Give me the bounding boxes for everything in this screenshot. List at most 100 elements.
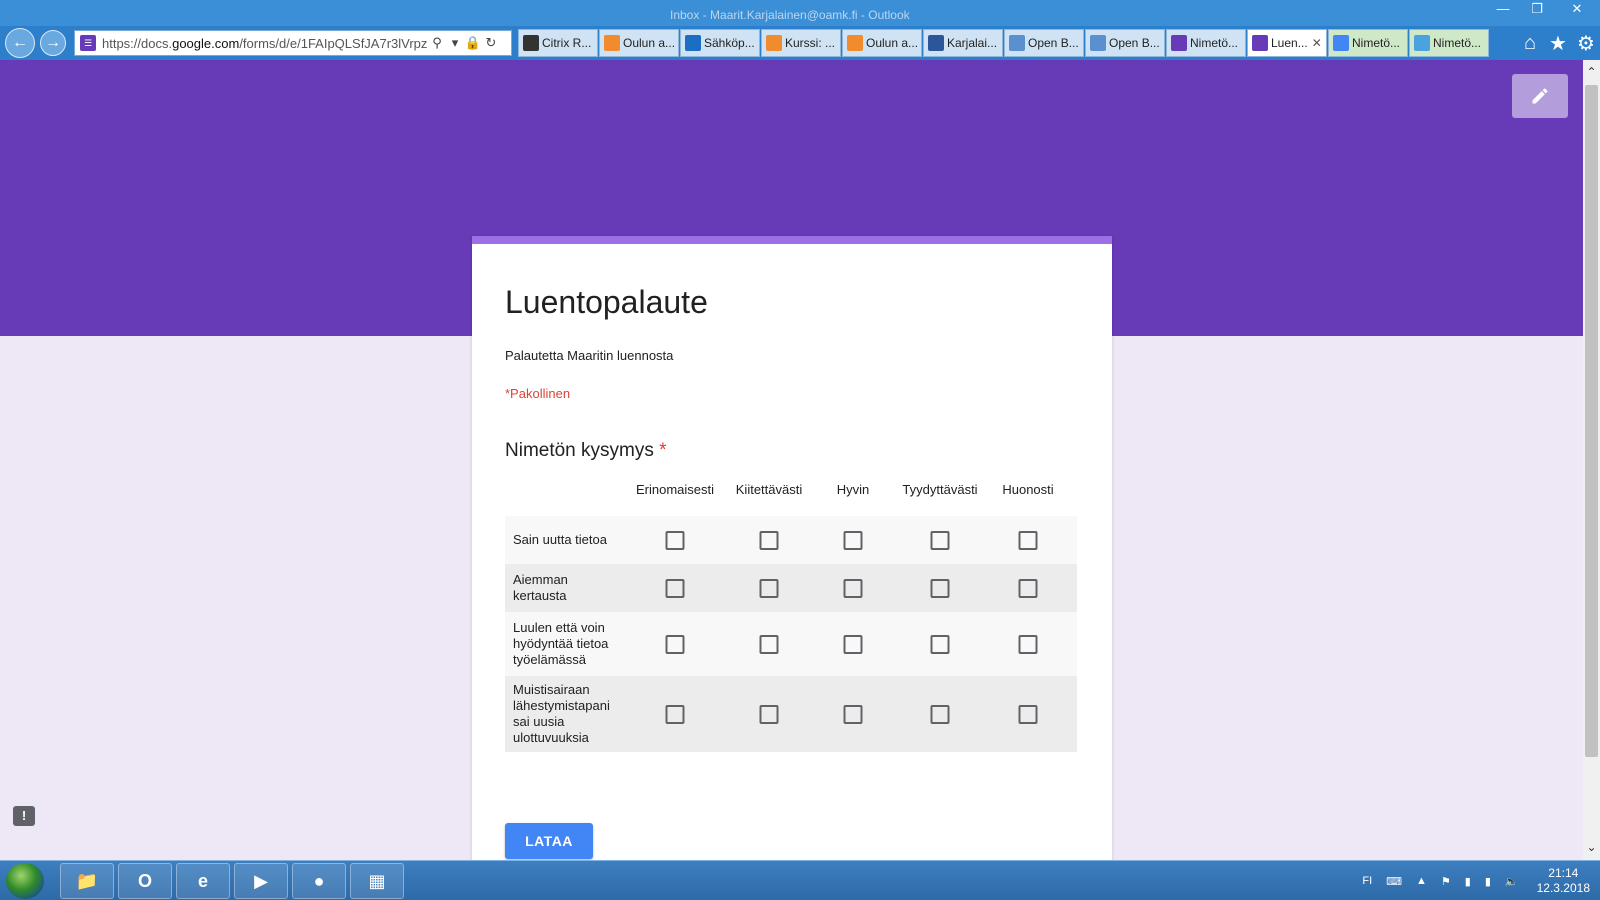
column-header: Huonosti — [1002, 482, 1054, 497]
tab-11[interactable]: Nimetö... — [1409, 29, 1489, 57]
media-player-icon[interactable]: ▶ — [234, 863, 288, 899]
required-note: *Pakollinen — [505, 386, 571, 401]
scroll-thumb[interactable] — [1585, 85, 1598, 757]
tab-label: Oulun a... — [623, 36, 676, 50]
system-tray: FI ⌨ ▲ ⚑ ▮ ▮ 🔈 21:14 12.3.2018 — [1348, 865, 1590, 897]
checkbox-icon[interactable] — [759, 634, 779, 654]
checkbox-icon[interactable] — [665, 704, 685, 724]
clock-date: 12.3.2018 — [1536, 881, 1590, 895]
close-icon[interactable]: ✕ — [1554, 0, 1600, 20]
page-scrollbar[interactable]: ⌃ ⌄ — [1583, 60, 1600, 860]
tab-label: Oulun a... — [866, 36, 919, 50]
tab-10[interactable]: Nimetö... — [1328, 29, 1408, 57]
restore-icon[interactable]: ❐ — [1520, 0, 1554, 20]
tab-7[interactable]: Open B... — [1085, 29, 1165, 57]
tab-favicon-icon — [523, 35, 539, 51]
edit-form-button[interactable] — [1512, 74, 1568, 118]
checkbox-icon[interactable] — [759, 578, 779, 598]
tab-favicon-icon — [847, 35, 863, 51]
lock-icon[interactable]: 🔒 — [464, 35, 482, 51]
dropdown-icon[interactable]: ▾ — [446, 35, 464, 51]
row-label: Luulen että voin hyödyntää tietoa työelä… — [513, 620, 609, 667]
signal-icon[interactable]: ▮ — [1465, 875, 1471, 888]
volume-icon[interactable]: 🔈 — [1505, 875, 1519, 888]
outlook-icon[interactable]: O — [118, 863, 172, 899]
checkbox-icon[interactable] — [843, 578, 863, 598]
tab-9[interactable]: Luen... ✕ — [1247, 29, 1327, 57]
checkbox-icon[interactable] — [1018, 578, 1038, 598]
start-button[interactable] — [6, 863, 44, 899]
tab-2[interactable]: Sähköp... — [680, 29, 760, 57]
feedback-icon[interactable]: ! — [13, 806, 35, 826]
checkbox-icon[interactable] — [759, 704, 779, 724]
refresh-icon[interactable]: ↻ — [482, 35, 500, 51]
checkbox-icon[interactable] — [1018, 704, 1038, 724]
url-text[interactable]: https://docs.google.com/forms/d/e/1FAIpQ… — [102, 36, 428, 51]
back-arrow-icon[interactable]: ← — [5, 28, 35, 58]
tab-0[interactable]: Citrix R... — [518, 29, 598, 57]
fortinet-icon[interactable]: ▦ — [350, 863, 404, 899]
url-prefix: https://docs. — [102, 35, 173, 51]
tab-label: Open B... — [1028, 36, 1079, 50]
checkbox-icon[interactable] — [930, 578, 950, 598]
row-label: Muistisairaan lähestymistapani sai uusia… — [513, 682, 610, 745]
tab-label: Nimetö... — [1433, 36, 1482, 50]
pencil-icon — [1532, 88, 1548, 104]
checkbox-icon[interactable] — [665, 578, 685, 598]
checkbox-grid: Erinomaisesti Kiitettävästi Hyvin Tyydyttäv… — [505, 470, 1077, 752]
checkbox-icon[interactable] — [843, 530, 863, 550]
forward-arrow-icon[interactable]: → — [40, 30, 66, 56]
checkbox-icon[interactable] — [930, 634, 950, 654]
home-icon[interactable]: ⌂ — [1516, 32, 1544, 55]
tab-3[interactable]: Kurssi: ... — [761, 29, 841, 57]
tab-favicon-icon — [685, 35, 701, 51]
action-center-icon[interactable]: ⚑ — [1441, 875, 1451, 888]
column-header: Kiitettävästi — [735, 482, 803, 497]
tab-8[interactable]: Nimetö... — [1166, 29, 1246, 57]
address-bar[interactable]: ☰ https://docs.google.com/forms/d/e/1FAI… — [74, 30, 512, 56]
grid-row: Sain uutta tietoa — [505, 516, 1077, 564]
forms-favicon-icon: ☰ — [80, 35, 96, 51]
language-indicator[interactable]: FI — [1362, 875, 1372, 887]
checkbox-icon[interactable] — [843, 704, 863, 724]
tab-close-icon[interactable]: ✕ — [1312, 36, 1322, 50]
scroll-down-icon[interactable]: ⌄ — [1583, 839, 1600, 856]
tab-label: Citrix R... — [542, 36, 592, 50]
checkbox-icon[interactable] — [759, 530, 779, 550]
scroll-up-icon[interactable]: ⌃ — [1583, 64, 1600, 81]
row-label: Aiemman kertausta — [513, 572, 568, 603]
battery-icon[interactable]: ▮ — [1485, 875, 1491, 888]
tab-favicon-icon — [1252, 35, 1268, 51]
window-title: Inbox - Maarit.Karjalainen@oamk.fi - Out… — [670, 8, 910, 22]
grid-row: Muistisairaan lähestymistapani sai uusia… — [505, 676, 1077, 752]
tab-1[interactable]: Oulun a... — [599, 29, 679, 57]
tab-6[interactable]: Open B... — [1004, 29, 1084, 57]
tab-5[interactable]: Karjalai... — [923, 29, 1003, 57]
window-controls: — ❐ ✕ — [1486, 0, 1600, 22]
search-icon[interactable]: ⚲ — [428, 35, 446, 51]
column-header: Erinomaisesti — [635, 482, 715, 497]
star-icon[interactable]: ★ — [1544, 31, 1572, 56]
url-path: /forms/d/e/1FAIpQLSfJA7r3lVrpzQ — [239, 35, 428, 51]
checkbox-icon[interactable] — [665, 634, 685, 654]
submit-button[interactable]: LATAA — [505, 823, 593, 859]
file-explorer-icon[interactable]: 📁 — [60, 863, 114, 899]
checkbox-icon[interactable] — [665, 530, 685, 550]
tab-4[interactable]: Oulun a... — [842, 29, 922, 57]
checkbox-icon[interactable] — [930, 704, 950, 724]
tray-expand-icon[interactable]: ▲ — [1416, 875, 1427, 887]
internet-explorer-icon[interactable]: e — [176, 863, 230, 899]
keyboard-icon[interactable]: ⌨ — [1386, 875, 1402, 888]
taskbar: 📁 O e ▶ ● ▦ FI ⌨ ▲ ⚑ ▮ ▮ 🔈 21:14 12.3.20… — [0, 860, 1600, 900]
spotify-icon[interactable]: ● — [292, 863, 346, 899]
gear-icon[interactable]: ⚙ — [1572, 31, 1600, 56]
tab-label: Nimetö... — [1352, 36, 1401, 50]
minimize-icon[interactable]: — — [1486, 0, 1520, 20]
checkbox-icon[interactable] — [1018, 634, 1038, 654]
checkbox-icon[interactable] — [843, 634, 863, 654]
checkbox-icon[interactable] — [930, 530, 950, 550]
question-title-text: Nimetön kysymys — [505, 440, 654, 461]
grid-row: Luulen että voin hyödyntää tietoa työelä… — [505, 612, 1077, 676]
checkbox-icon[interactable] — [1018, 530, 1038, 550]
clock[interactable]: 21:14 12.3.2018 — [1537, 866, 1590, 896]
